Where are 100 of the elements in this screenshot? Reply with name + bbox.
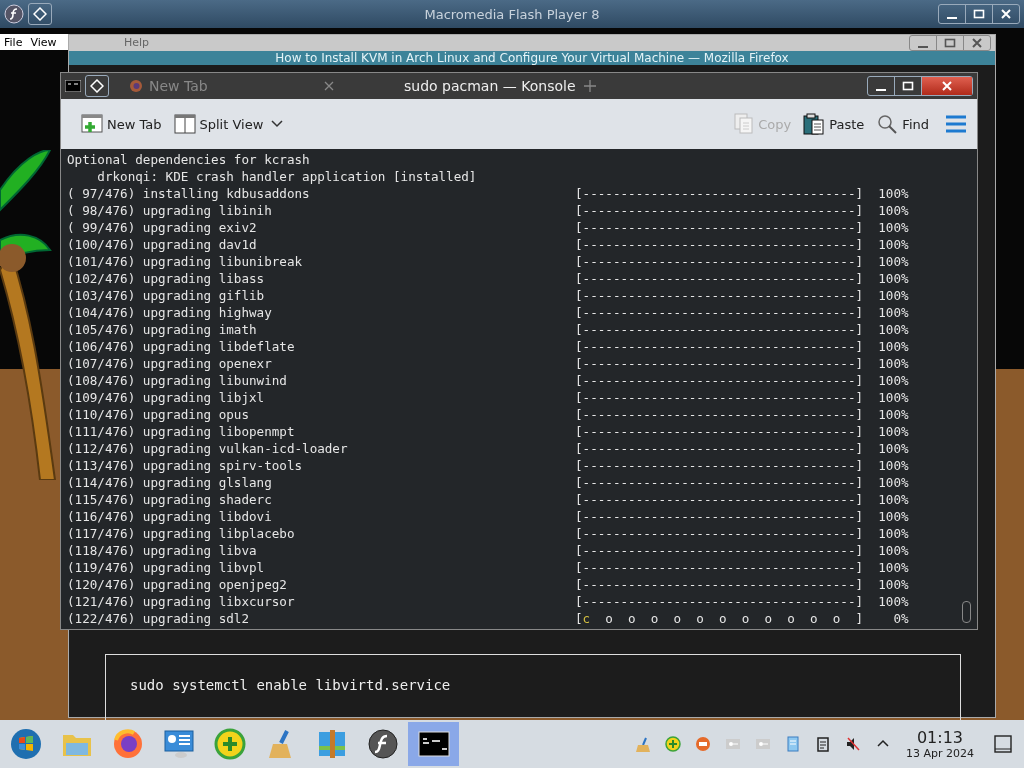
percent-text: 100% xyxy=(877,508,909,525)
percent-text: 100% xyxy=(877,338,909,355)
window-menu-button[interactable] xyxy=(85,75,109,97)
terminal-line: (117/476) upgrading libplacebo xyxy=(67,525,296,542)
progress-bar-text: [------------------------------------] xyxy=(575,508,864,525)
toolbar-button[interactable]: Paste xyxy=(799,109,869,139)
progress-bar-text: [------------------------------------] xyxy=(575,559,864,576)
browser-icon xyxy=(129,79,143,93)
terminal-line: (121/476) upgrading libxcursor xyxy=(67,593,296,610)
toolbar-button[interactable]: Split View xyxy=(169,110,268,138)
terminal-line: (109/476) upgrading libjxl xyxy=(67,389,266,406)
minimize-icon xyxy=(918,46,928,48)
progress-bar-text: [------------------------------------] xyxy=(575,440,864,457)
window-title: Macromedia Flash Player 8 xyxy=(424,6,600,22)
terminal-icon[interactable] xyxy=(417,731,450,757)
percent-text: 100% xyxy=(877,474,909,491)
show-desktop-icon[interactable] xyxy=(994,735,1012,753)
terminal-line: drkonqi: KDE crash handler application [installed] xyxy=(96,168,477,185)
terminal-line: (122/476) upgrading sdl2 xyxy=(67,610,250,627)
terminal-line: (112/476) upgrading vulkan-icd-loader xyxy=(67,440,349,457)
percent-text: 100% xyxy=(877,593,909,610)
close-icon xyxy=(941,80,953,92)
search-icon xyxy=(876,113,899,135)
progress-bar-text: [------------------------------------] xyxy=(575,593,864,610)
split-view-icon xyxy=(173,114,196,134)
progress-bar-text: [------------------------------------] xyxy=(575,389,864,406)
terminal-line: (102/476) upgrading libass xyxy=(67,270,266,287)
percent-text: 100% xyxy=(877,423,909,440)
terminal-line: (114/476) upgrading glslang xyxy=(67,474,273,491)
copy-icon xyxy=(734,113,755,135)
terminal-line: ( 98/476) upgrading libinih xyxy=(67,202,273,219)
browser-icon[interactable] xyxy=(111,728,144,760)
terminal-line: (106/476) upgrading libdeflate xyxy=(67,338,296,355)
start-orb-icon[interactable] xyxy=(9,728,42,760)
plus-circle-icon[interactable] xyxy=(665,736,681,752)
percent-text: 100% xyxy=(877,321,909,338)
window-title: sudo pacman — Konsole xyxy=(404,78,576,94)
terminal-line: ( 99/476) upgrading exiv2 xyxy=(67,219,258,236)
clock[interactable]: 01:13 13 Apr 2024 xyxy=(906,728,974,760)
paste-icon xyxy=(803,113,826,135)
clipboard-icon[interactable] xyxy=(815,736,831,752)
progress-bar-text: [------------------------------------] xyxy=(575,338,864,355)
progress-bar-text: [------------------------------------] xyxy=(575,542,864,559)
percent-text: 100% xyxy=(877,304,909,321)
close-button[interactable] xyxy=(921,77,972,95)
new-tab-icon xyxy=(81,114,103,134)
percent-text: 100% xyxy=(877,372,909,389)
terminal-line: (103/476) upgrading giflib xyxy=(67,287,266,304)
percent-text: 100% xyxy=(877,576,909,593)
terminal-line: (110/476) upgrading opus xyxy=(67,406,250,423)
progress-bar-text: [------------------------------------] xyxy=(575,270,864,287)
flash-player-icon[interactable] xyxy=(366,728,399,760)
terminal-line: (105/476) upgrading imath xyxy=(67,321,258,338)
menu-item[interactable]: File xyxy=(0,35,27,49)
muted-speaker-icon[interactable] xyxy=(845,736,861,752)
scrollbar-thumb[interactable] xyxy=(962,601,971,623)
close-icon xyxy=(1000,8,1012,20)
terminal-line: (107/476) upgrading openexr xyxy=(67,355,273,372)
progress-bar-text: [------------------------------------] xyxy=(575,304,864,321)
menu-item[interactable]: View xyxy=(26,35,61,49)
plus-icon[interactable] xyxy=(583,80,596,92)
progress-bar-text: [c o o o o o o o o o o o ] xyxy=(575,610,864,627)
window-title: How to Install KVM in Arch Linux and Configure Your Virtual Machine — Mozilla Firefox xyxy=(69,51,995,65)
percent-text: 100% xyxy=(877,389,909,406)
percent-text: 100% xyxy=(877,542,909,559)
broom-icon[interactable] xyxy=(635,736,651,752)
progress-bar-text: [------------------------------------] xyxy=(575,491,864,508)
flash-player-icon xyxy=(4,4,24,24)
percent-text: 100% xyxy=(877,185,909,202)
close-icon xyxy=(971,37,983,49)
menu-item[interactable]: Help xyxy=(120,36,154,49)
progress-bar-text: [------------------------------------] xyxy=(575,457,864,474)
maximize-icon xyxy=(973,8,985,20)
progress-bar-text: [------------------------------------] xyxy=(575,423,864,440)
close-icon[interactable] xyxy=(324,81,334,91)
percent-text: 0% xyxy=(892,610,909,627)
progress-bar-text: [------------------------------------] xyxy=(575,372,864,389)
progress-bar-text: [------------------------------------] xyxy=(575,576,864,593)
terminal-line: (104/476) upgrading highway xyxy=(67,304,273,321)
percent-text: 100% xyxy=(877,253,909,270)
minimize-icon xyxy=(876,89,886,91)
menu-icon[interactable] xyxy=(945,115,967,133)
toolbar-button[interactable]: Find xyxy=(872,109,933,139)
plus-circle-icon[interactable] xyxy=(213,728,246,760)
window-menu-button[interactable] xyxy=(28,3,52,25)
terminal-line: ( 97/476) installing kdbusaddons xyxy=(67,185,311,202)
terminal-icon xyxy=(65,80,81,92)
progress-bar-text: [------------------------------------] xyxy=(575,474,864,491)
maximize-icon xyxy=(944,37,956,49)
remote-desktop-icon[interactable] xyxy=(162,728,195,760)
progress-bar-text: [------------------------------------] xyxy=(575,202,864,219)
terminal-line: (115/476) upgrading shaderc xyxy=(67,491,273,508)
progress-bar-text: [------------------------------------] xyxy=(575,253,864,270)
percent-text: 100% xyxy=(877,406,909,423)
toolbar-button[interactable]: New Tab xyxy=(77,110,166,138)
chevron-down-icon[interactable] xyxy=(271,120,284,128)
terminal-line: (119/476) upgrading libvpl xyxy=(67,559,266,576)
percent-text: 100% xyxy=(877,287,909,304)
terminal-line: Optional dependencies for kcrash xyxy=(67,151,310,168)
maximize-icon xyxy=(902,80,914,92)
